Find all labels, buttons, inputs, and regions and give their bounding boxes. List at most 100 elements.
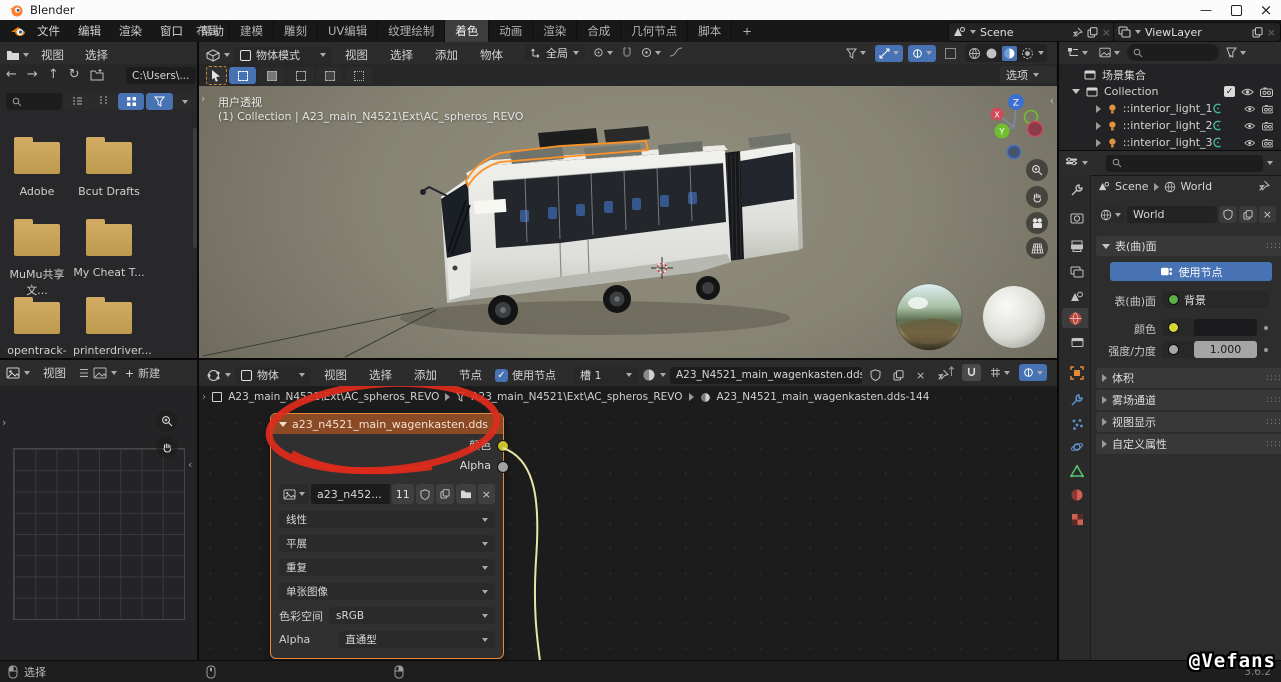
hide-eye-icon[interactable] — [1241, 87, 1254, 97]
display-horizontal-list-button[interactable] — [91, 93, 117, 110]
viewlayer-selector[interactable]: ViewLayer × — [1113, 22, 1281, 42]
gizmo-x-neg[interactable] — [1028, 122, 1043, 137]
tab-view-layer[interactable] — [1066, 262, 1088, 282]
properties-search-input[interactable] — [1106, 155, 1263, 172]
filebrowser-menu-select[interactable]: 选择 — [76, 44, 117, 66]
collection-checkbox[interactable]: ✓ — [1224, 86, 1235, 97]
tab-render[interactable] — [1066, 208, 1088, 228]
color-output-socket[interactable] — [497, 440, 509, 452]
colorspace-dropdown[interactable]: sRGB — [329, 607, 495, 624]
image-browse-dropdown[interactable] — [279, 484, 309, 504]
alpha-mode-dropdown[interactable]: 直通型 — [338, 631, 495, 648]
render-camera-icon[interactable] — [1262, 104, 1273, 114]
nav-forward-icon[interactable]: → — [27, 67, 38, 82]
editor-divider[interactable] — [1058, 150, 1281, 151]
editor-divider[interactable] — [0, 358, 1058, 360]
folder-label[interactable]: Adobe — [1, 185, 73, 198]
menu-file[interactable]: 文件 — [28, 20, 69, 42]
viewport-menu-view[interactable]: 视图 — [336, 44, 377, 66]
interpolation-dropdown[interactable]: 线性 — [279, 511, 495, 528]
tab-material[interactable] — [1066, 485, 1088, 505]
shader-node-canvas[interactable]: › A23_main_N4521\Ext\AC_spheros_REVO A23… — [198, 386, 1058, 660]
editor-divider[interactable] — [1057, 42, 1059, 660]
viewport-navigation-gizmo[interactable]: Z X Y — [991, 94, 1043, 159]
xray-toggle[interactable] — [875, 45, 903, 62]
proportional-editing-dropdown[interactable] — [637, 44, 665, 61]
volume-panel-header[interactable]: 体积:::: — [1096, 368, 1281, 388]
restore-button[interactable] — [1221, 0, 1251, 20]
sidebar-collapse-icon[interactable]: ‹ — [1050, 94, 1054, 107]
image-editor-canvas[interactable]: › ‹ — [0, 386, 198, 660]
color-keyframe-dot[interactable] — [1264, 326, 1268, 330]
show-gizmo-dropdown[interactable] — [842, 45, 870, 62]
material-browse-dropdown-icon[interactable] — [660, 373, 666, 377]
tab-texture[interactable] — [1066, 509, 1088, 529]
tab-shading[interactable]: 着色 — [445, 20, 489, 42]
viewport-display-panel-header[interactable]: 视图显示:::: — [1096, 412, 1281, 432]
new-scene-copy-icon[interactable] — [1087, 27, 1098, 38]
select-mode-invert-button[interactable] — [316, 67, 343, 84]
tab-scripting[interactable]: 脚本 — [688, 20, 732, 42]
tool-options-dropdown[interactable]: 选项 — [1000, 66, 1056, 83]
tab-output[interactable] — [1066, 236, 1088, 256]
shader-menu-node[interactable]: 节点 — [450, 364, 491, 386]
tab-animation[interactable]: 动画 — [489, 20, 533, 42]
scene-name[interactable]: Scene — [980, 26, 1068, 39]
tab-modeling[interactable]: 建模 — [230, 20, 274, 42]
proportional-falloff-icon[interactable] — [669, 47, 683, 58]
editor-type-dropdown-icon[interactable] — [23, 53, 29, 57]
hide-eye-icon[interactable] — [1244, 104, 1255, 114]
editor-type-dropdown-icon[interactable] — [24, 371, 30, 375]
render-camera-icon[interactable] — [1262, 121, 1273, 131]
fake-user-shield-button[interactable] — [1219, 206, 1237, 223]
filter-toggle-button[interactable] — [146, 93, 173, 110]
toggle-overlays-icon[interactable] — [941, 45, 960, 62]
folder-label[interactable]: My Cheat T... — [73, 266, 145, 279]
alpha-output-socket[interactable] — [497, 461, 509, 473]
outliner-search-input[interactable] — [1127, 44, 1219, 61]
editor-type-dropdown-icon[interactable] — [224, 53, 230, 57]
editor-divider[interactable] — [197, 42, 199, 660]
viewport-perspective-toggle-button[interactable] — [1026, 237, 1048, 259]
scene-dropdown-icon[interactable] — [970, 30, 976, 34]
nav-up-icon[interactable]: ↑ — [48, 67, 59, 82]
new-image-button[interactable]: +新建 — [121, 365, 164, 382]
filebrowser-editor-icon[interactable] — [6, 49, 20, 61]
toolbar-expand-icon[interactable]: › — [201, 92, 205, 105]
tab-rendering[interactable]: 渲染 — [533, 20, 577, 42]
unlink-material-button[interactable]: × — [912, 367, 929, 384]
tab-sculpting[interactable]: 雕刻 — [274, 20, 318, 42]
viewport-canvas[interactable]: Z X Y 用户透视 (1) Collection | A23_main_N45… — [198, 86, 1058, 358]
nav-refresh-icon[interactable]: ↻ — [69, 67, 80, 82]
shader-menu-view[interactable]: 视图 — [315, 364, 356, 386]
viewport-zoom-button[interactable] — [1026, 159, 1048, 181]
strength-keyframe-dot[interactable] — [1264, 348, 1268, 352]
properties-options-dropdown-icon[interactable] — [1267, 161, 1273, 165]
viewport-camera-view-button[interactable] — [1026, 212, 1048, 234]
select-mode-extend-button[interactable] — [258, 67, 285, 84]
remove-viewlayer-icon[interactable]: × — [1267, 26, 1276, 39]
pin-icon[interactable] — [1072, 27, 1083, 38]
folder-icon-opentrack[interactable] — [14, 302, 60, 334]
nav-back-icon[interactable]: ← — [6, 67, 17, 82]
folder-icon-mumu[interactable] — [14, 224, 60, 256]
hide-eye-icon[interactable] — [1244, 121, 1255, 131]
display-thumbnails-button[interactable] — [118, 93, 144, 110]
breadcrumb-expand-icon[interactable]: › — [202, 391, 206, 403]
shader-menu-select[interactable]: 选择 — [360, 364, 401, 386]
select-mode-new-button[interactable] — [229, 67, 256, 84]
file-search-input[interactable] — [6, 93, 62, 110]
scene-selector[interactable]: Scene × — [948, 22, 1116, 42]
viewport-menu-add[interactable]: 添加 — [426, 44, 467, 66]
use-nodes-checkbox[interactable]: ✓ — [495, 369, 508, 382]
select-mode-subtract-button[interactable] — [287, 67, 314, 84]
shading-material-preview-icon[interactable] — [1002, 46, 1017, 61]
minimize-button[interactable]: — — [1191, 0, 1221, 20]
folder-icon-bcut[interactable] — [86, 142, 132, 174]
bus-model[interactable] — [420, 126, 803, 325]
filebrowser-menu-view[interactable]: 视图 — [32, 44, 73, 66]
editor-type-dropdown-icon[interactable] — [1082, 161, 1088, 165]
snap-node-magnet-icon[interactable] — [962, 364, 981, 381]
editor-type-dropdown-icon[interactable] — [225, 373, 231, 377]
use-nodes-button[interactable]: 使用节点 — [1110, 262, 1272, 281]
